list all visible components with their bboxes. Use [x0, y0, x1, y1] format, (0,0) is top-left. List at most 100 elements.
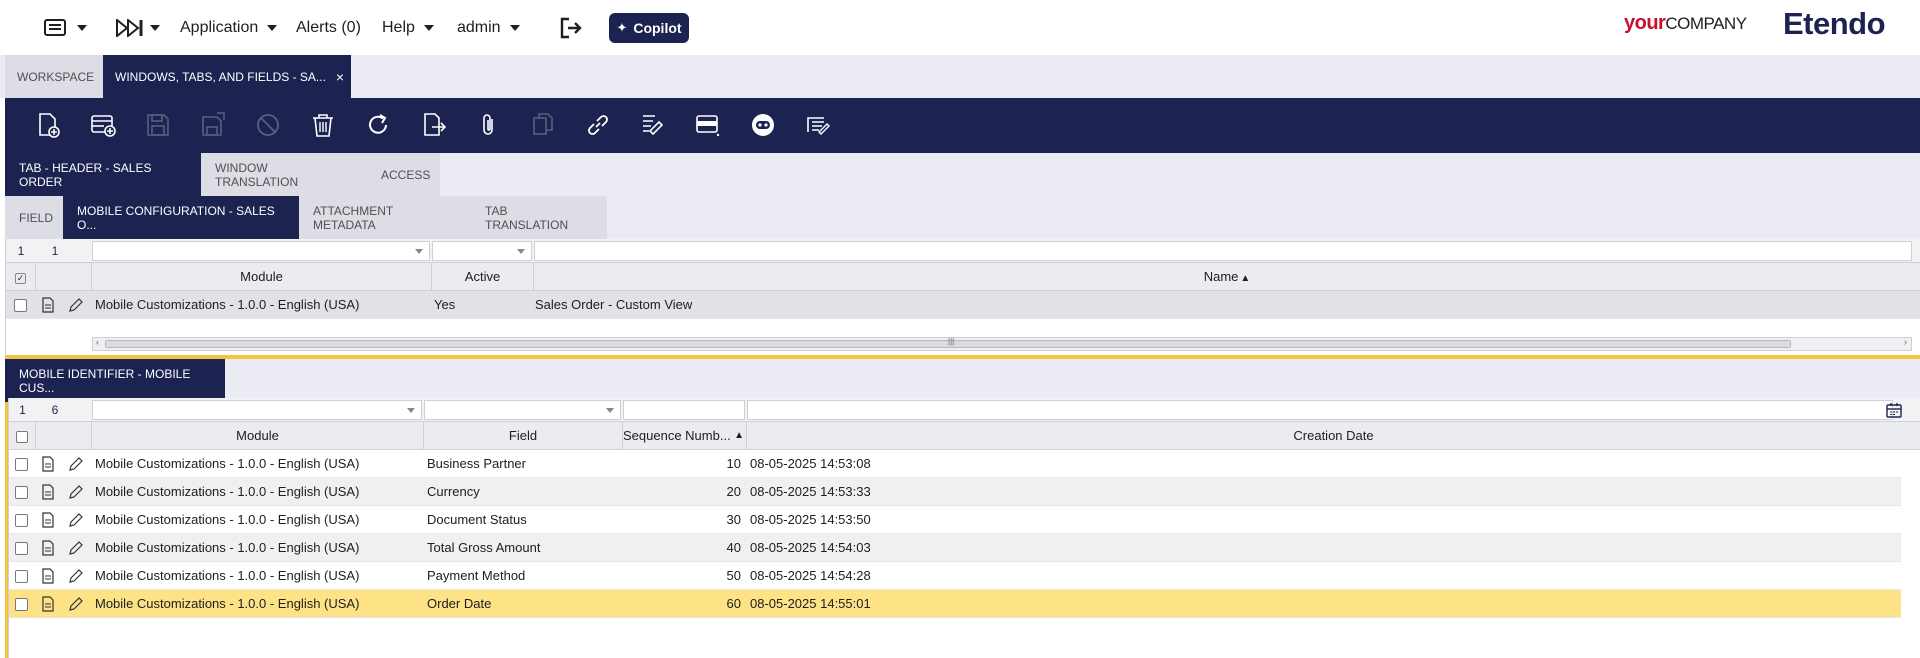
- table-row[interactable]: Mobile Customizations - 1.0.0 - English …: [9, 534, 1901, 562]
- module-column-header[interactable]: Module: [92, 422, 424, 450]
- tab-attachment-metadata[interactable]: ATTACHMENT METADATA: [299, 196, 471, 239]
- active-cell: Yes: [434, 297, 456, 312]
- new-document-button[interactable]: [35, 112, 61, 138]
- quick-launch-button[interactable]: [116, 0, 160, 55]
- sequence-cell: 10: [726, 456, 741, 471]
- name-filter-input[interactable]: [534, 241, 1912, 261]
- copilot-button[interactable]: ✦ Copilot: [609, 13, 689, 43]
- new-record-form-button[interactable]: [90, 112, 116, 138]
- refresh-icon: [369, 114, 387, 134]
- row-checkbox[interactable]: [15, 598, 28, 611]
- link-icon: [588, 115, 608, 135]
- pencil-icon[interactable]: [68, 456, 84, 472]
- tab-windows-tabs-fields[interactable]: WINDOWS, TABS, AND FIELDS - SA... ×: [103, 55, 351, 98]
- link-button[interactable]: [585, 112, 611, 138]
- module-filter-input[interactable]: [92, 241, 430, 261]
- field-column-header[interactable]: Field: [424, 422, 623, 450]
- clone-button[interactable]: [530, 112, 556, 138]
- chevron-down-icon: [267, 24, 278, 31]
- tab-access[interactable]: ACCESS: [367, 153, 440, 196]
- pencil-icon[interactable]: [68, 540, 84, 556]
- save-icon: [147, 114, 169, 136]
- table-row[interactable]: Mobile Customizations - 1.0.0 - English …: [9, 450, 1901, 478]
- scroll-right-icon[interactable]: ›: [1904, 337, 1907, 347]
- document-icon[interactable]: [40, 512, 56, 528]
- save-button[interactable]: [145, 112, 171, 138]
- chevron-down-icon: [407, 408, 415, 413]
- sequence-filter-input[interactable]: [623, 400, 745, 420]
- scrollbar-thumb[interactable]: |||: [105, 337, 1791, 348]
- copilot-bot-button[interactable]: [750, 112, 776, 138]
- field-filter-input[interactable]: [424, 400, 621, 420]
- process-icon: [643, 115, 664, 136]
- document-icon[interactable]: [40, 456, 56, 472]
- tab-header-sales-order[interactable]: TAB - HEADER - SALES ORDER: [5, 153, 201, 196]
- user-menu[interactable]: admin: [457, 0, 520, 55]
- tab-tab-translation[interactable]: TAB TRANSLATION: [471, 196, 607, 239]
- table-row[interactable]: Mobile Customizations - 1.0.0 - English …: [9, 562, 1901, 590]
- delete-button[interactable]: [310, 112, 336, 138]
- creation-date-column-header[interactable]: Creation Date: [747, 422, 1920, 450]
- save-close-button[interactable]: [200, 112, 226, 138]
- calendar-icon[interactable]: [1886, 402, 1902, 418]
- sequence-column-header[interactable]: Sequence Numb... ▲: [623, 422, 747, 450]
- table-row[interactable]: Mobile Customizations - 1.0.0 - English …: [9, 590, 1901, 618]
- tab-attachment-metadata-label: ATTACHMENT METADATA: [313, 203, 393, 232]
- pencil-icon[interactable]: [68, 297, 84, 313]
- notes-button[interactable]: [805, 112, 831, 138]
- horizontal-scrollbar[interactable]: ‹ ||| ›: [92, 337, 1912, 351]
- tab-window-translation[interactable]: WINDOW TRANSLATION: [201, 153, 367, 196]
- document-icon[interactable]: [40, 540, 56, 556]
- row-checkbox[interactable]: [15, 458, 28, 471]
- tab-mobile-identifier[interactable]: MOBILE IDENTIFIER - MOBILE CUS...: [5, 359, 225, 402]
- row-checkbox[interactable]: [14, 299, 27, 312]
- row-checkbox[interactable]: [15, 542, 28, 555]
- notes-icon: [807, 117, 830, 135]
- name-column-header[interactable]: Name ▲: [534, 263, 1920, 291]
- active-column-header[interactable]: Active: [432, 263, 534, 291]
- export-button[interactable]: [420, 112, 447, 138]
- select-all-checkbox[interactable]: ✓: [6, 263, 36, 291]
- field-cell: Order Date: [427, 596, 492, 611]
- new-document-icon: [39, 113, 60, 138]
- module-filter-input[interactable]: [92, 400, 422, 420]
- tab-mobile-configuration[interactable]: MOBILE CONFIGURATION - SALES O...: [63, 196, 299, 239]
- module-column-header[interactable]: Module: [92, 263, 432, 291]
- tab-field[interactable]: FIELD: [5, 196, 63, 239]
- tab-mobile-configuration-label: MOBILE CONFIGURATION - SALES O...: [77, 203, 275, 232]
- tab-bar-level3: MOBILE IDENTIFIER - MOBILE CUS...: [5, 359, 1920, 402]
- table-row[interactable]: Mobile Customizations - 1.0.0 - English …: [9, 478, 1901, 506]
- attachment-button[interactable]: [475, 112, 501, 138]
- scroll-left-icon[interactable]: ‹: [96, 337, 99, 347]
- undo-button[interactable]: [255, 112, 281, 138]
- document-icon[interactable]: [40, 568, 56, 584]
- active-filter-select[interactable]: [432, 241, 532, 261]
- grid-view-button[interactable]: [695, 112, 721, 138]
- pencil-icon[interactable]: [68, 596, 84, 612]
- logout-icon: [560, 17, 582, 38]
- creation-date-filter-input[interactable]: [747, 400, 1893, 420]
- table-row[interactable]: Mobile Customizations - 1.0.0 - English …: [9, 506, 1901, 534]
- select-all-checkbox[interactable]: [9, 422, 36, 450]
- alerts-menu[interactable]: Alerts (0): [296, 0, 361, 55]
- application-menu[interactable]: Application: [180, 0, 278, 55]
- pencil-icon[interactable]: [68, 568, 84, 584]
- process-button[interactable]: [640, 112, 666, 138]
- refresh-button[interactable]: [365, 112, 391, 138]
- pencil-icon[interactable]: [68, 512, 84, 528]
- help-menu[interactable]: Help: [382, 0, 434, 55]
- document-icon[interactable]: [40, 596, 56, 612]
- table-row[interactable]: Mobile Customizations - 1.0.0 - English …: [6, 291, 1920, 319]
- close-icon[interactable]: ×: [336, 69, 344, 85]
- row-checkbox[interactable]: [15, 486, 28, 499]
- pencil-icon[interactable]: [68, 484, 84, 500]
- row-checkbox[interactable]: [15, 570, 28, 583]
- document-icon[interactable]: [40, 484, 56, 500]
- document-icon[interactable]: [40, 297, 56, 313]
- sequence-column-label: Sequence Numb...: [623, 428, 731, 443]
- workspace-menu-button[interactable]: [44, 0, 87, 55]
- row-checkbox[interactable]: [15, 514, 28, 527]
- selected-count: 1: [17, 244, 25, 258]
- tab-workspace[interactable]: WORKSPACE: [5, 55, 103, 98]
- logout-button[interactable]: [560, 0, 582, 55]
